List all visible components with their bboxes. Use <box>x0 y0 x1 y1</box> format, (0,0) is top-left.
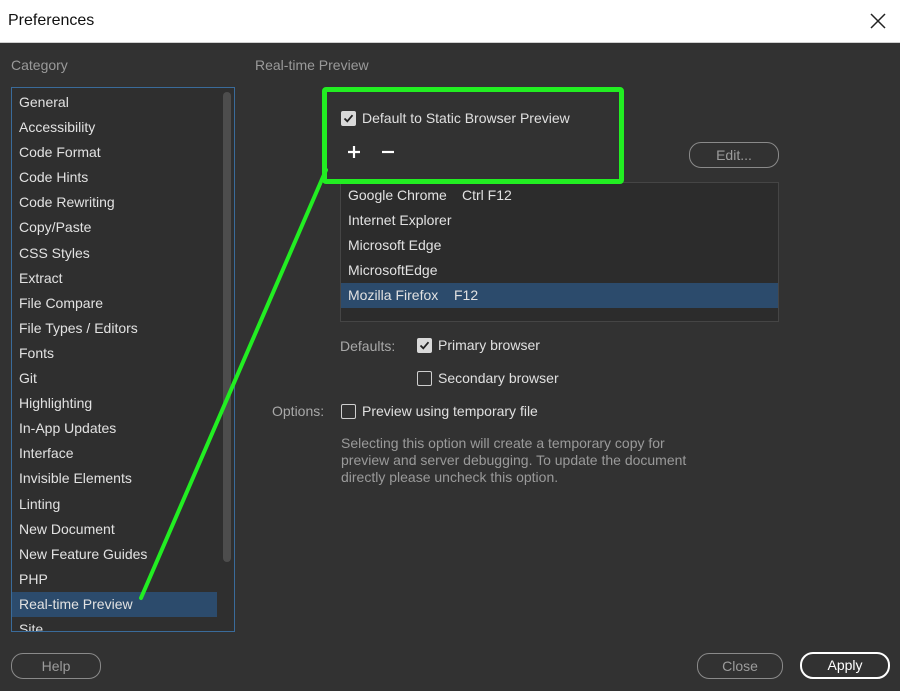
minus-icon[interactable] <box>377 141 399 163</box>
category-heading: Category <box>11 57 68 73</box>
sidebar-item-real-time-preview[interactable]: Real-time Preview <box>12 591 217 617</box>
edit-button[interactable]: Edit... <box>689 142 779 168</box>
close-icon[interactable] <box>864 7 892 35</box>
sidebar-item-accessibility[interactable]: Accessibility <box>12 115 217 140</box>
browser-shortcut: F12 <box>454 287 479 303</box>
sidebar-item-interface[interactable]: Interface <box>12 441 217 466</box>
temp-file-checkbox[interactable] <box>341 404 356 419</box>
sidebar-item-css-styles[interactable]: CSS Styles <box>12 241 217 266</box>
secondary-browser-label: Secondary browser <box>438 370 559 386</box>
static-preview-label: Default to Static Browser Preview <box>362 110 570 126</box>
window-title: Preferences <box>8 12 95 29</box>
sidebar-item-new-document[interactable]: New Document <box>12 517 217 542</box>
browser-name: Microsoft Edge <box>348 237 442 253</box>
defaults-label: Defaults: <box>340 338 396 354</box>
sidebar-item-file-compare[interactable]: File Compare <box>12 291 217 316</box>
primary-browser-label: Primary browser <box>438 337 540 353</box>
browser-name: Mozilla Firefox <box>348 287 439 303</box>
annotation-highlight-box <box>322 87 624 184</box>
sidebar-item-php[interactable]: PHP <box>12 567 217 592</box>
sidebar-item-copy-paste[interactable]: Copy/Paste <box>12 215 217 240</box>
category-scrollbar[interactable] <box>219 88 234 631</box>
sidebar-item-new-feature-guides[interactable]: New Feature Guides <box>12 542 217 567</box>
sidebar-item-file-types-editors[interactable]: File Types / Editors <box>12 316 217 341</box>
browser-row-selected[interactable]: Mozilla Firefox F12 <box>341 283 778 308</box>
plus-icon[interactable] <box>343 141 365 163</box>
secondary-browser-checkbox[interactable] <box>417 371 432 386</box>
sidebar-item-site[interactable]: Site <box>12 617 217 631</box>
check-icon <box>419 341 430 350</box>
browser-list[interactable]: Google Chrome Ctrl F12 Internet Explorer… <box>340 182 779 322</box>
sidebar-item-highlighting[interactable]: Highlighting <box>12 391 217 416</box>
sidebar-item-extract[interactable]: Extract <box>12 266 217 291</box>
sidebar-item-code-hints[interactable]: Code Hints <box>12 165 217 190</box>
browser-row[interactable]: Google Chrome Ctrl F12 <box>341 183 778 208</box>
temp-file-label: Preview using temporary file <box>362 403 538 419</box>
sidebar-item-fonts[interactable]: Fonts <box>12 341 217 366</box>
close-button[interactable]: Close <box>697 653 783 679</box>
scroll-thumb[interactable] <box>223 92 231 562</box>
sidebar-item-general[interactable]: General <box>12 90 217 115</box>
static-preview-checkbox[interactable] <box>341 111 356 126</box>
title-bar: Preferences <box>0 0 900 43</box>
sidebar-item-git[interactable]: Git <box>12 366 217 391</box>
help-button[interactable]: Help <box>11 653 101 679</box>
browser-row[interactable]: Internet Explorer <box>341 208 778 233</box>
browser-name: Google Chrome <box>348 187 447 203</box>
check-icon <box>343 114 354 123</box>
sidebar-item-in-app-updates[interactable]: In-App Updates <box>12 416 217 441</box>
browser-row[interactable]: MicrosoftEdge <box>341 258 778 283</box>
browser-name: Internet Explorer <box>348 212 452 228</box>
sidebar-item-linting[interactable]: Linting <box>12 492 217 517</box>
temp-file-hint: Selecting this option will create a temp… <box>341 435 687 485</box>
sidebar-item-code-format[interactable]: Code Format <box>12 140 217 165</box>
browser-row[interactable]: Microsoft Edge <box>341 233 778 258</box>
sidebar-item-invisible-elements[interactable]: Invisible Elements <box>12 466 217 491</box>
panel-heading: Real-time Preview <box>255 57 369 73</box>
sidebar-item-code-rewriting[interactable]: Code Rewriting <box>12 190 217 215</box>
primary-browser-checkbox[interactable] <box>417 338 432 353</box>
category-list[interactable]: General Accessibility Code Format Code H… <box>11 87 235 632</box>
browser-shortcut: Ctrl F12 <box>462 187 512 203</box>
apply-button[interactable]: Apply <box>800 652 890 679</box>
browser-name: MicrosoftEdge <box>348 262 438 278</box>
options-label: Options: <box>272 403 325 419</box>
